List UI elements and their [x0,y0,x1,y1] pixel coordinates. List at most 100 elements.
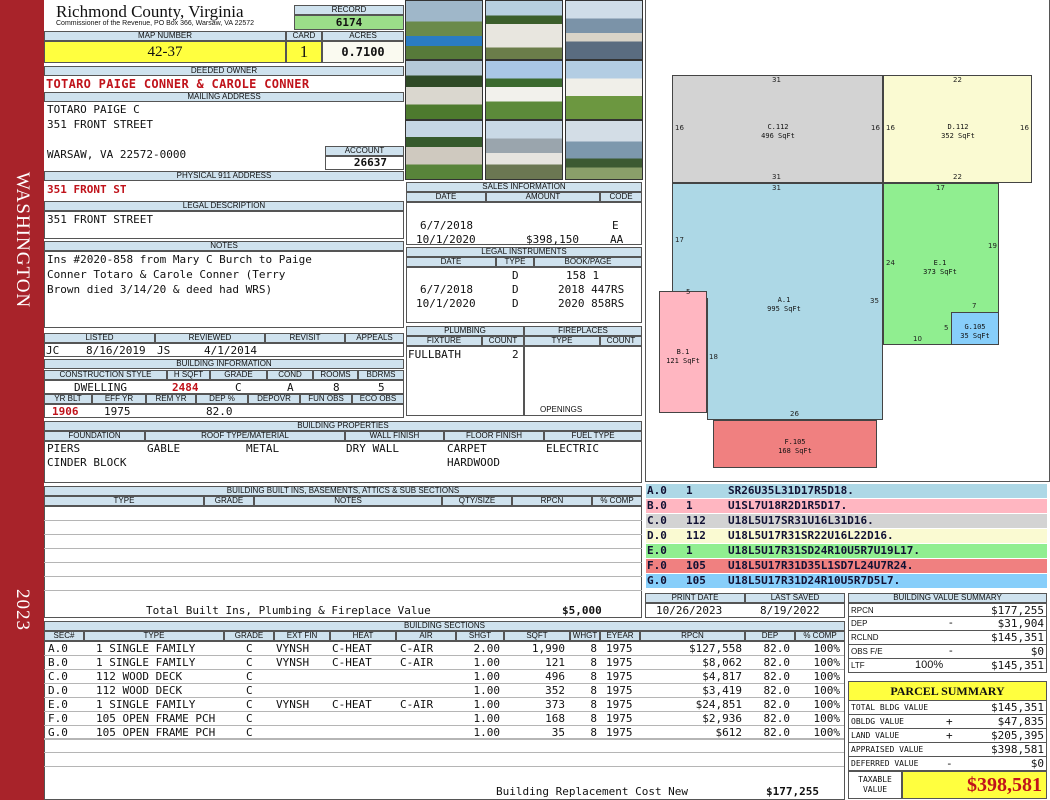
section-cell: 1975 [606,712,633,725]
mailing-line3: WARSAW, VA 22572-0000 [47,148,187,161]
segment-row: G.0 105 U18L5U17R31D24R10U5R7D5L7. [646,574,1047,588]
instr-h-type: TYPE [496,257,534,267]
property-photo[interactable] [485,60,563,120]
sketch-area-a-lower[interactable] [707,298,883,420]
bins-h-qty: QTY/SIZE [442,496,512,506]
instruments-label: LEGAL INSTRUMENTS [406,247,642,257]
segment-code: 1 [686,544,693,557]
sec-h-air: AIR [396,631,456,641]
section-cell: 373 [545,698,565,711]
sales-code-2: AA [610,233,624,246]
bi-style: DWELLING [74,381,127,394]
fire-h-type: TYPE [524,336,600,346]
legal-label: LEGAL DESCRIPTION [44,201,404,211]
segment-row: B.0 1 U1SL7U18R2D1R5D17. [646,499,1047,513]
dim-a-step: 5 [686,288,691,296]
section-cell: 1.00 [473,712,501,725]
sales-h-date: DATE [406,192,486,202]
property-photo[interactable] [565,120,643,180]
section-cell: C [246,712,253,725]
section-cell: 100% [813,712,841,725]
plumb-h-count: COUNT [482,336,524,346]
section-cell: 2.00 [473,642,501,655]
instr-book-3: 2020 858RS [558,297,625,310]
section-cell: 82.0 [763,642,791,655]
property-photo[interactable] [565,60,643,120]
dim-e-top: 17 [936,184,945,192]
notes-line1: Ins #2020-858 from Mary C Burch to Paige [47,253,312,266]
section-cell: 8 [590,656,597,669]
revisit-label: REVISIT [265,333,345,343]
sales-code-1: E [612,219,619,232]
bins-h-grade: GRADE [204,496,254,506]
map-number-label: MAP NUMBER [44,31,286,41]
property-photo[interactable] [405,120,483,180]
segment-path: SR26U35L31D17R5D18. [728,484,854,497]
section-cell: 1 SINGLE FAMILY [96,698,196,711]
bvs-obs: OBS F/E - $0 [848,645,1047,659]
section-cell: C [246,642,253,655]
record-label: RECORD [294,5,404,15]
sketch-area-a[interactable] [672,183,883,299]
section-cell: 82.0 [763,684,791,697]
section-cell: 8 [590,670,597,683]
bi-dep: 82.0 [206,405,233,418]
bvs-rpcn: RPCN $177,255 [848,603,1047,617]
section-cell: C-AIR [400,656,434,669]
sketch-label-a: A.1 995 SqFt [767,296,801,313]
section-cell: C [246,670,253,683]
section-cell: 1975 [606,656,633,669]
property-photo[interactable] [405,0,483,60]
fire-h-count: COUNT [600,336,642,346]
bvs-rclnd: RCLND $145,351 [848,631,1047,645]
year-vertical-label: 2023 [12,589,33,631]
instr-date-2: 6/7/2018 [420,283,473,296]
bins-h-comp: % COMP [592,496,642,506]
segment-sec: D.0 [647,529,667,542]
replacement-cost-label: Building Replacement Cost New [496,785,689,798]
section-cell: 82.0 [763,670,791,683]
reviewed-date: 4/1/2014 [204,344,257,357]
segment-sec: B.0 [647,499,667,512]
section-cell: 8 [590,642,597,655]
parcel-summary-title: PARCEL SUMMARY [848,681,1047,701]
property-photo[interactable] [485,120,563,180]
property-photo[interactable] [565,0,643,60]
sketch-label-b: B.1 121 SqFt [666,348,700,365]
prop-floor-2: HARDWOOD [447,456,500,469]
section-cell: B.0 [48,656,68,669]
section-row-divider [44,739,844,740]
dim-a-top: 31 [772,184,781,192]
dim-c-right: 16 [871,124,880,132]
dim-e-bottom: 10 [913,335,922,343]
bi-h-hsqft: H SQFT [167,370,210,380]
county-title: Richmond County, Virginia [56,2,244,21]
segment-path: U18L5U17R31D35L1SD7L24U7R24. [728,559,914,572]
prop-fuel: ELECTRIC [546,442,599,455]
section-cell: 8 [590,684,597,697]
plumb-fixture: FULLBATH [408,348,461,361]
record-value: 6174 [294,15,404,30]
bi-effyr: 1975 [104,405,131,418]
plumb-h-fixture: FIXTURE [406,336,482,346]
segment-path: U18L5U17SR31U16L31D16. [728,514,874,527]
section-cell: 100% [813,656,841,669]
dim-g-top: 7 [972,302,977,310]
sketch-label-d: D.112 352 SqFt [941,123,975,140]
section-cell: $127,558 [689,642,742,655]
sec-h-heat: HEAT [330,631,396,641]
property-photo[interactable] [485,0,563,60]
parcel-bldg: TOTAL BLDG VALUE $145,351 [848,701,1047,715]
sec-h-whgt: WHGT [570,631,600,641]
instr-h-date: DATE [406,257,496,267]
section-cell: 82.0 [763,656,791,669]
instr-date-3: 10/1/2020 [416,297,476,310]
bi-h-yrblt: YR BLT [44,394,92,404]
segment-path: U18L5U17R31SR22U16L22D16. [728,529,894,542]
bi-h-ecoobs: ECO OBS [352,394,404,404]
property-photo[interactable] [405,60,483,120]
section-cell: 100% [813,670,841,683]
section-cell: 112 WOOD DECK [96,670,183,683]
section-cell: 1 SINGLE FAMILY [96,642,196,655]
bi-hsqft: 2484 [172,381,199,394]
